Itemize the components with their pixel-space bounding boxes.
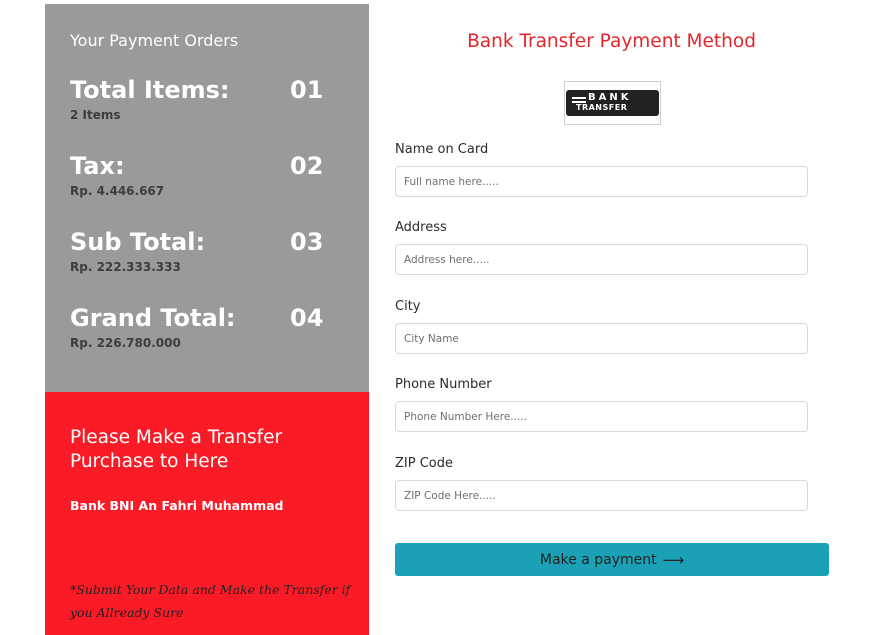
city-label: City (395, 299, 421, 314)
logo-line-2: TRANSFER (576, 103, 628, 112)
payment-page: Your Payment Orders Total Items: 01 2 It… (0, 0, 894, 635)
address-input[interactable] (395, 244, 808, 275)
summary-row-label: Tax: (70, 152, 125, 180)
make-payment-button[interactable]: Make a payment ⟶ (395, 543, 829, 576)
summary-row-label: Grand Total: (70, 304, 236, 332)
summary-row-label: Total Items: (70, 76, 230, 104)
name-on-card-input[interactable] (395, 166, 808, 197)
form-title: Bank Transfer Payment Method (467, 31, 756, 52)
zip-code-label: ZIP Code (395, 456, 453, 471)
bank-transfer-logo-badge: BANK TRANSFER (566, 90, 659, 116)
summary-row-number: 04 (290, 304, 324, 332)
summary-row-number: 02 (290, 152, 324, 180)
arrow-right-icon: ⟶ (662, 550, 685, 569)
transfer-note: *Submit Your Data and Make the Transfer … (70, 582, 351, 620)
summary-row-value: Rp. 4.446.667 (70, 184, 165, 198)
zip-code-input[interactable] (395, 480, 808, 511)
order-summary-panel: Your Payment Orders Total Items: 01 2 It… (45, 4, 369, 392)
summary-row-number: 01 (290, 76, 324, 104)
summary-row-label: Sub Total: (70, 228, 206, 256)
summary-row-number: 03 (290, 228, 324, 256)
name-on-card-label: Name on Card (395, 142, 489, 157)
bank-account-name: Bank BNI An Fahri Muhammad (70, 498, 284, 513)
summary-row-value: Rp. 222.333.333 (70, 260, 181, 274)
transfer-info-panel: Please Make a Transfer Purchase to Here … (45, 392, 369, 635)
address-label: Address (395, 220, 447, 235)
bank-transfer-logo: BANK TRANSFER (564, 81, 661, 125)
transfer-heading: Please Make a Transfer Purchase to Here (70, 427, 283, 472)
phone-number-label: Phone Number (395, 377, 492, 392)
summary-title: Your Payment Orders (70, 31, 239, 50)
summary-row-value: Rp. 226.780.000 (70, 336, 181, 350)
logo-line-1: BANK (588, 92, 632, 103)
phone-number-input[interactable] (395, 401, 808, 432)
make-payment-label: Make a payment (539, 551, 657, 568)
city-input[interactable] (395, 323, 808, 354)
summary-row-value: 2 Items (70, 108, 121, 122)
